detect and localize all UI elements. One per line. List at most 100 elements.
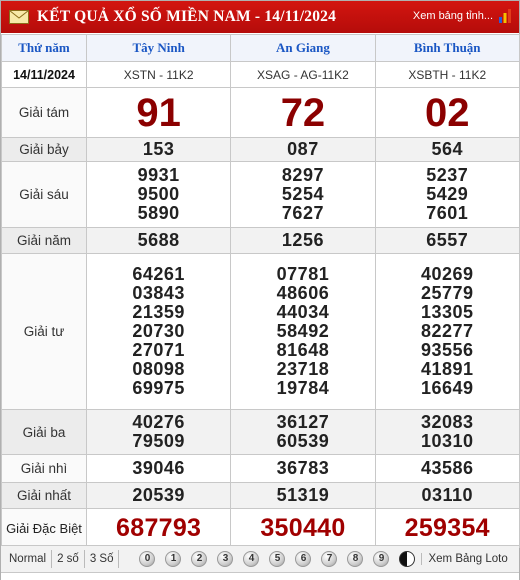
prize-number: 40269 [420, 264, 474, 284]
prize-number: 41891 [420, 359, 474, 379]
two-digit-mode-button[interactable]: 2 số [52, 550, 85, 568]
prize-number: 03110 [374, 482, 520, 509]
results-table: Thứ năm Tây Ninh An Giang Bình Thuận 14/… [1, 34, 520, 548]
digit-filter-group: 0 1 2 3 4 5 6 7 8 9 [139, 551, 421, 567]
prize-number: 40276 [132, 412, 185, 432]
digit-button[interactable]: 1 [165, 551, 182, 567]
prize-number: 7601 [426, 203, 469, 223]
prize-number: 81648 [276, 340, 330, 360]
prize-number: 36127 [276, 412, 330, 432]
province-binh-thuan[interactable]: Bình Thuận [374, 34, 520, 62]
prize-number: 5688 [85, 227, 232, 254]
chart-icon[interactable] [499, 9, 511, 23]
view-loto-button[interactable]: Xem Bảng Loto [421, 553, 508, 565]
prize-number: 44034 [276, 302, 330, 322]
prize-label: Giải nhất [1, 482, 87, 509]
prize-number: 20539 [85, 482, 232, 509]
digit-button[interactable]: 7 [321, 551, 338, 567]
prize-number: 1256 [230, 227, 376, 254]
prize-number: 23718 [276, 359, 330, 379]
prize-label: Giải bảy [1, 137, 87, 162]
prize-number: 21359 [132, 302, 185, 322]
prize-cell: 40269 25779 13305 82277 93556 41891 1664… [374, 253, 520, 410]
prize-number: 60539 [276, 431, 330, 451]
prize-cell: 32083 10310 [374, 409, 520, 455]
special-prize-number: 687793 [85, 508, 232, 548]
prize-number: 91 [85, 87, 232, 138]
prize-label: Giải Đặc Biệt [1, 508, 87, 548]
prize-number: 36783 [230, 454, 376, 483]
digit-button[interactable]: 2 [191, 551, 208, 567]
prize-number: 13305 [420, 302, 474, 322]
prize-number: 64261 [132, 264, 185, 284]
prize-number: 8297 [281, 165, 324, 185]
ticket-code: XSTN - 11K2 [85, 61, 232, 88]
bottom-border [1, 574, 519, 580]
prize-number: 7627 [281, 203, 324, 223]
prize-number: 43586 [374, 454, 520, 483]
prize-number: 03843 [132, 283, 185, 303]
prize-number: 39046 [85, 454, 232, 483]
prize-number: 32083 [420, 412, 474, 432]
province-tay-ninh[interactable]: Tây Ninh [85, 34, 232, 62]
view-provinces-link[interactable]: Xem bảng tỉnh... [413, 10, 493, 22]
digit-button[interactable]: 4 [243, 551, 260, 567]
digit-button[interactable]: 3 [217, 551, 234, 567]
province-an-giang[interactable]: An Giang [230, 34, 376, 62]
three-digit-mode-button[interactable]: 3 Số [85, 550, 120, 568]
prize-number: 564 [374, 137, 520, 162]
page-title: KẾT QUẢ XỔ SỐ MIỀN NAM - 14/11/2024 [37, 8, 337, 25]
prize-number: 6557 [374, 227, 520, 254]
special-prize-number: 259354 [374, 508, 520, 548]
prize-number: 08098 [132, 359, 185, 379]
prize-number: 79509 [132, 431, 185, 451]
prize-cell: 40276 79509 [85, 409, 232, 455]
header-bar: KẾT QUẢ XỔ SỐ MIỀN NAM - 14/11/2024 Xem … [1, 1, 519, 33]
prize-number: 5237 [426, 165, 469, 185]
prize-label: Giải ba [1, 409, 87, 455]
digit-button[interactable]: 0 [139, 551, 156, 567]
digit-button[interactable]: 9 [373, 551, 390, 567]
prize-number: 153 [85, 137, 232, 162]
prize-number: 58492 [276, 321, 330, 341]
prize-number: 82277 [420, 321, 474, 341]
prize-number: 5254 [281, 184, 324, 204]
prize-number: 02 [374, 87, 520, 138]
lottery-widget: KẾT QUẢ XỔ SỐ MIỀN NAM - 14/11/2024 Xem … [0, 0, 520, 580]
prize-number: 9931 [137, 165, 180, 185]
prize-cell: 07781 48606 44034 58492 81648 23718 1978… [230, 253, 376, 410]
yin-yang-icon[interactable] [399, 551, 416, 567]
prize-number: 27071 [132, 340, 185, 360]
normal-mode-button[interactable]: Normal [1, 550, 53, 568]
prize-number: 9500 [137, 184, 180, 204]
prize-number: 72 [230, 87, 376, 138]
display-toolbar: Normal 2 số 3 Số 0 1 2 3 4 5 6 7 8 9 Xem… [1, 545, 519, 573]
prize-number: 48606 [276, 283, 330, 303]
prize-cell: 64261 03843 21359 20730 27071 08098 6997… [85, 253, 232, 410]
prize-label: Giải nhì [1, 454, 87, 483]
draw-date: 14/11/2024 [1, 61, 87, 88]
ticket-code: XSBTH - 11K2 [374, 61, 520, 88]
digit-button[interactable]: 5 [269, 551, 286, 567]
prize-number: 087 [230, 137, 376, 162]
digit-button[interactable]: 8 [347, 551, 364, 567]
prize-cell: 9931 9500 5890 [85, 161, 232, 228]
prize-number: 25779 [420, 283, 474, 303]
prize-number: 51319 [230, 482, 376, 509]
weekday-label: Thứ năm [1, 34, 87, 62]
prize-label: Giải tư [1, 253, 87, 410]
digit-button[interactable]: 6 [295, 551, 312, 567]
prize-label: Giải năm [1, 227, 87, 254]
prize-number: 20730 [132, 321, 185, 341]
prize-label: Giải tám [1, 87, 87, 138]
prize-number: 16649 [420, 378, 474, 398]
prize-number: 69975 [132, 378, 185, 398]
prize-label: Giải sáu [1, 161, 87, 228]
prize-cell: 8297 5254 7627 [230, 161, 376, 228]
prize-number: 07781 [276, 264, 330, 284]
special-prize-number: 350440 [230, 508, 376, 548]
prize-number: 5890 [137, 203, 180, 223]
prize-cell: 36127 60539 [230, 409, 376, 455]
prize-number: 93556 [420, 340, 474, 360]
prize-number: 19784 [276, 378, 330, 398]
